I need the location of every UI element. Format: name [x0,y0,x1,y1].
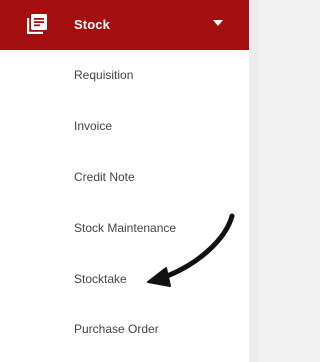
menu-item-credit-note[interactable]: Credit Note [0,152,249,202]
menu-item-label: Credit Note [74,170,135,184]
menu-item-label: Purchase Order [74,322,159,336]
menu-item-requisition[interactable]: Requisition [0,50,249,100]
menu-item-label: Requisition [74,68,134,82]
menu-item-invoice[interactable]: Invoice [0,101,249,151]
menu-item-label: Stocktake [74,272,127,286]
caret-down-icon[interactable] [213,20,223,26]
menu-item-purchase-order[interactable]: Purchase Order [0,304,249,354]
stock-menu-header[interactable]: Stock [0,0,249,50]
menu-item-label: Invoice [74,119,113,133]
sidebar-panel: Stock Requisition Invoice Credit Note St… [0,0,249,362]
stacked-documents-icon [27,14,47,34]
page-background-edge [249,0,259,362]
stock-menu-title: Stock [74,17,110,32]
curved-arrow-icon [147,213,235,287]
